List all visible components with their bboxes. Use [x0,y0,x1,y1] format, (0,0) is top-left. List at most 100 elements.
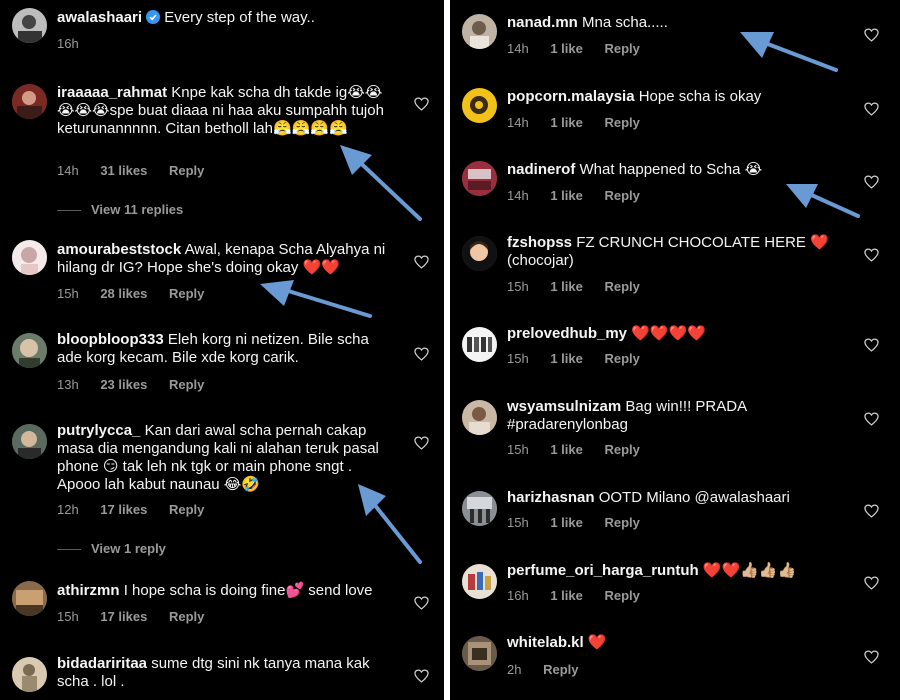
reply-button[interactable]: Reply [604,115,639,130]
avatar[interactable] [12,240,47,275]
avatar[interactable] [462,161,497,196]
reply-button[interactable]: Reply [169,377,204,392]
view-replies-label[interactable]: View 11 replies [91,202,183,217]
comment-username[interactable]: prelovedhub_my [507,325,627,342]
reply-button[interactable]: Reply [169,286,204,301]
comment-username[interactable]: wsyamsulnizam [507,398,621,415]
comment-username[interactable]: athirzmn [57,582,120,599]
comment-username[interactable]: fzshopss [507,234,572,251]
comment-likes[interactable]: 28 likes [100,286,147,301]
left-comments-panel: awalashaari Every step of the way.. 16h … [0,0,444,700]
comment-meta: 15h 1 like Reply [507,351,658,366]
heart-outline-icon[interactable] [864,650,879,664]
comment-username[interactable]: iraaaaa_rahmat [57,84,167,101]
view-replies-button[interactable]: View 11 replies [57,202,183,217]
comment-likes[interactable]: 1 like [550,515,583,530]
comment-time: 15h [507,515,529,530]
avatar[interactable] [462,564,497,599]
avatar[interactable] [12,8,47,43]
comment-likes[interactable]: 23 likes [100,377,147,392]
comment-likes[interactable]: 1 like [550,41,583,56]
reply-button[interactable]: Reply [604,41,639,56]
comment-username[interactable]: putrylycca_ [57,422,140,439]
reply-button[interactable]: Reply [604,515,639,530]
comment-likes[interactable]: 17 likes [100,609,147,624]
comment-body: fzshopss FZ CRUNCH CHOCOLATE HERE ❤️ (ch… [507,234,857,270]
caption-text: Every step of the way.. [164,9,315,26]
comment-time: 15h [507,279,529,294]
comment-text: Hope scha is okay [638,88,762,105]
comment-username[interactable]: whitelab.kl [507,634,584,651]
comment-likes[interactable]: 1 like [550,188,583,203]
heart-outline-icon[interactable] [864,412,879,426]
comment-likes[interactable]: 1 like [550,351,583,366]
comment-likes[interactable]: 1 like [550,279,583,294]
avatar[interactable] [462,400,497,435]
reply-button[interactable]: Reply [604,588,639,603]
comment-meta: 13h 23 likes Reply [57,377,222,392]
avatar[interactable] [12,84,47,119]
heart-outline-icon[interactable] [864,28,879,42]
heart-outline-icon[interactable] [864,576,879,590]
comment-body: putrylycca_ Kan dari awal scha pernah ca… [57,422,397,494]
caption-username[interactable]: awalashaari [57,9,142,26]
heart-outline-icon[interactable] [864,504,879,518]
reply-button[interactable]: Reply [543,662,578,677]
comment: prelovedhub_my ❤️❤️❤️❤️ 15h 1 like Reply [450,325,900,373]
comment-username[interactable]: perfume_ori_harga_runtuh [507,562,699,579]
divider-line [57,549,81,551]
caption-time: 16h [57,36,79,51]
comment-likes[interactable]: 17 likes [100,502,147,517]
reply-button[interactable]: Reply [169,609,204,624]
heart-outline-icon[interactable] [414,596,429,610]
comment-likes[interactable]: 1 like [550,442,583,457]
avatar[interactable] [462,491,497,526]
reply-button[interactable]: Reply [604,188,639,203]
avatar[interactable] [12,424,47,459]
comment-username[interactable]: nadinerof [507,161,575,178]
heart-outline-icon[interactable] [414,255,429,269]
comment-body: bidadariritaa sume dtg sini nk tanya man… [57,655,397,691]
comment-meta: 15h 1 like Reply [507,515,658,530]
comment-text: ❤️❤️❤️❤️ [631,325,706,342]
avatar[interactable] [12,333,47,368]
comment-body: wsyamsulnizam Bag win!!! PRADA #pradaren… [507,398,857,434]
reply-button[interactable]: Reply [169,163,204,178]
comment-username[interactable]: bidadariritaa [57,655,147,672]
avatar[interactable] [462,88,497,123]
view-replies-button[interactable]: View 1 reply [57,541,166,556]
heart-outline-icon[interactable] [414,347,429,361]
reply-button[interactable]: Reply [604,442,639,457]
heart-outline-icon[interactable] [864,338,879,352]
comment-body: nadinerof What happened to Scha 😭 [507,161,857,179]
heart-outline-icon[interactable] [864,102,879,116]
avatar[interactable] [12,581,47,616]
comment-meta: 15h 1 like Reply [507,279,658,294]
reply-button[interactable]: Reply [169,502,204,517]
comment-meta: 15h 17 likes Reply [57,609,222,624]
comment-username[interactable]: nanad.mn [507,14,578,31]
heart-outline-icon[interactable] [864,248,879,262]
heart-outline-icon[interactable] [864,175,879,189]
heart-outline-icon[interactable] [414,669,429,683]
avatar[interactable] [462,14,497,49]
view-replies-label[interactable]: View 1 reply [91,541,166,556]
heart-outline-icon[interactable] [414,97,429,111]
comment: nanad.mn Mna scha..... 14h 1 like Reply [450,14,900,62]
comment-likes[interactable]: 31 likes [100,163,147,178]
avatar[interactable] [462,636,497,671]
reply-button[interactable]: Reply [604,279,639,294]
avatar[interactable] [462,327,497,362]
comment-likes[interactable]: 1 like [550,588,583,603]
heart-outline-icon[interactable] [414,436,429,450]
comment-username[interactable]: harizhasnan [507,489,595,506]
comment-body: perfume_ori_harga_runtuh ❤️❤️👍🏼👍🏼👍🏼 [507,562,857,580]
reply-button[interactable]: Reply [604,351,639,366]
avatar[interactable] [462,236,497,271]
comment-username[interactable]: popcorn.malaysia [507,88,635,105]
avatar[interactable] [12,657,47,692]
comment-text: OOTD Milano @awalashaari [598,489,790,506]
comment-likes[interactable]: 1 like [550,115,583,130]
comment-username[interactable]: bloopbloop333 [57,331,164,348]
comment-username[interactable]: amourabeststock [57,241,181,258]
